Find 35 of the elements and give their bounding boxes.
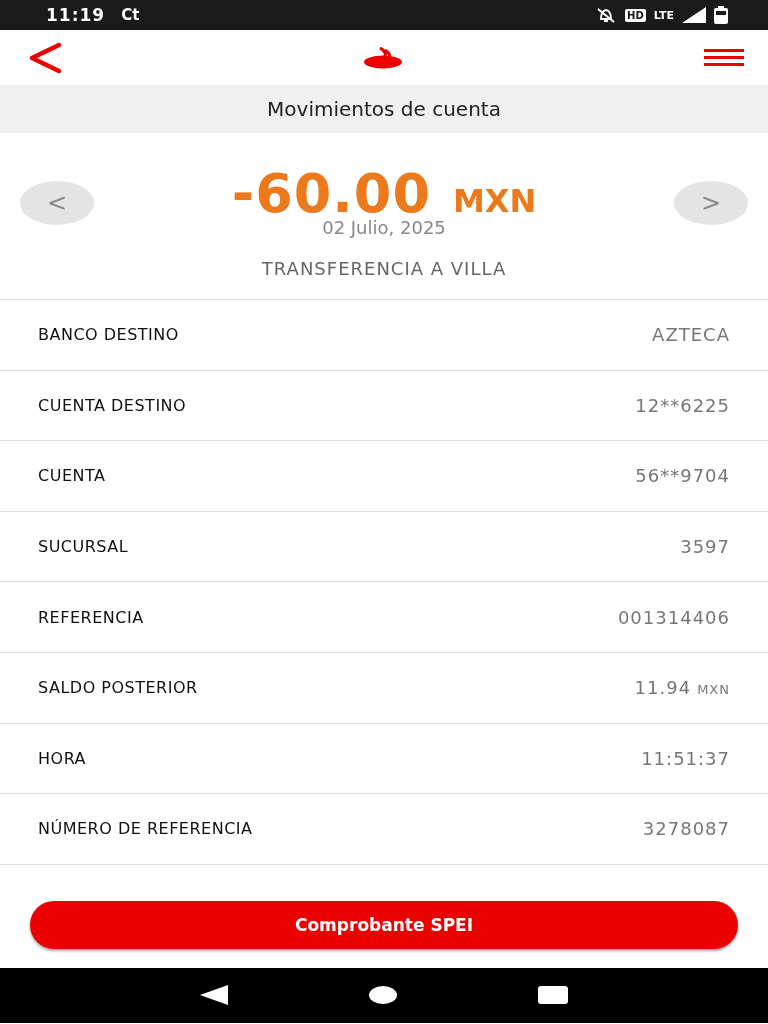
home-nav-icon[interactable] bbox=[369, 986, 397, 1005]
detail-label: SALDO POSTERIOR bbox=[38, 678, 198, 698]
detail-label: HORA bbox=[38, 748, 87, 768]
detail-label: CUENTA bbox=[38, 466, 106, 486]
menu-icon[interactable] bbox=[704, 48, 744, 67]
detail-label: SUCURSAL bbox=[38, 537, 129, 557]
detail-value: AZTECA bbox=[652, 324, 730, 346]
detail-value: 001314406 bbox=[617, 606, 730, 628]
transaction-description: TRANSFERENCIA A VILLA bbox=[261, 258, 507, 279]
network-label: LTE bbox=[653, 8, 674, 22]
signal-icon bbox=[682, 7, 706, 23]
battery-icon bbox=[714, 6, 728, 24]
detail-value: 3278087 bbox=[642, 818, 730, 840]
recents-nav-icon[interactable] bbox=[537, 986, 568, 1005]
back-nav-icon[interactable] bbox=[200, 985, 229, 1006]
carrier-label: Ct bbox=[121, 6, 140, 24]
detail-label: NÚMERO DE REFERENCIA bbox=[38, 819, 253, 839]
detail-label: REFERENCIA bbox=[38, 607, 144, 627]
hd-badge: HD bbox=[625, 8, 646, 22]
previous-button[interactable]: < bbox=[20, 180, 94, 225]
detail-label: CUENTA DESTINO bbox=[38, 395, 187, 415]
page-title: Movimientos de cuenta bbox=[0, 85, 768, 133]
status-time: 11:19 bbox=[46, 5, 106, 25]
detail-label: BANCO DESTINO bbox=[38, 325, 179, 345]
currency-unit: MXN bbox=[697, 682, 730, 698]
next-button[interactable]: > bbox=[674, 180, 748, 225]
currency: MXN bbox=[452, 182, 537, 220]
detail-value: 11:51:37 bbox=[641, 747, 730, 769]
detail-value: 11.94 bbox=[634, 677, 692, 699]
back-icon[interactable] bbox=[28, 41, 62, 74]
detail-value: 56**9704 bbox=[635, 465, 730, 487]
comprobante-button[interactable]: Comprobante SPEI bbox=[30, 900, 738, 949]
flame-logo-icon bbox=[363, 46, 403, 69]
detail-value: 3597 bbox=[680, 536, 730, 558]
detail-value: 12**6225 bbox=[635, 394, 730, 416]
